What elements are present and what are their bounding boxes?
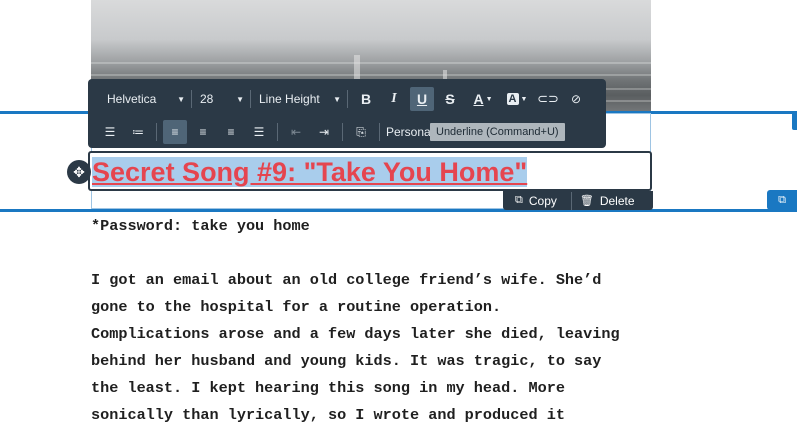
selection-resize-handle[interactable] xyxy=(792,112,797,130)
body-line: behind her husband and young kids. It wa… xyxy=(91,352,602,370)
body-line: I got an email about an old college frie… xyxy=(91,271,602,289)
bold-icon: B xyxy=(360,91,372,107)
block-action-bar: ⧉ Copy 🗑 Delete xyxy=(503,191,653,210)
divider xyxy=(277,123,278,141)
text-color-button[interactable]: A ▼ xyxy=(468,87,498,111)
indent-button[interactable]: ⇥ xyxy=(312,120,336,144)
chevron-down-icon: ▼ xyxy=(177,94,185,104)
divider xyxy=(191,90,192,108)
duplicate-section-button[interactable]: ⧉ xyxy=(767,190,797,210)
chevron-down-icon: ▼ xyxy=(236,94,244,104)
source-button[interactable]: ⎘ xyxy=(349,120,373,144)
align-left-button[interactable]: ≡ xyxy=(163,120,187,144)
trash-icon: 🗑 xyxy=(579,195,594,207)
divider xyxy=(156,123,157,141)
align-left-icon: ≡ xyxy=(171,125,179,139)
divider xyxy=(379,123,380,141)
indent-icon: ⇥ xyxy=(318,125,330,139)
align-justify-icon: ☰ xyxy=(253,125,265,139)
font-size-value: 28 xyxy=(200,92,214,106)
delete-label: Delete xyxy=(599,193,635,208)
clear-format-button[interactable]: ⊘ xyxy=(564,87,588,111)
body-line: sonically than lyrically, so I wrote and… xyxy=(91,406,565,424)
outdent-button[interactable]: ⇤ xyxy=(284,120,308,144)
align-justify-button[interactable]: ☰ xyxy=(247,120,271,144)
body-line: gone to the hospital for a routine opera… xyxy=(91,298,502,316)
align-center-button[interactable]: ≡ xyxy=(191,120,215,144)
move-handle[interactable]: ✥ xyxy=(67,160,91,184)
font-family-dropdown[interactable]: Helvetica ▼ xyxy=(107,92,185,106)
delete-button[interactable]: 🗑 Delete xyxy=(580,194,635,208)
page-title[interactable]: Secret Song #9: "Take You Home" xyxy=(92,157,528,187)
selection-bottom-line xyxy=(0,209,797,212)
text-color-icon: A xyxy=(473,91,484,107)
italic-icon: I xyxy=(391,91,397,106)
divider xyxy=(342,123,343,141)
bold-button[interactable]: B xyxy=(354,87,378,111)
link-button[interactable]: ⊂⊃ xyxy=(536,87,560,111)
link-icon: ⊂⊃ xyxy=(537,91,559,106)
chevron-down-icon: ▼ xyxy=(485,95,493,103)
align-right-icon: ≡ xyxy=(227,125,235,139)
highlight-color-icon: A xyxy=(506,93,519,105)
italic-button[interactable]: I xyxy=(382,87,406,111)
outdent-icon: ⇤ xyxy=(290,125,302,139)
divider xyxy=(250,90,251,108)
font-size-dropdown[interactable]: 28 ▼ xyxy=(200,92,244,106)
article-body: *Password: take you home I got an email … xyxy=(91,213,671,429)
source-icon: ⎘ xyxy=(356,124,366,139)
body-line: Complications arose and a few days later… xyxy=(91,325,620,343)
divider xyxy=(347,90,348,108)
underline-icon: U xyxy=(416,91,428,107)
underline-tooltip: Underline (Command+U) xyxy=(430,123,565,141)
password-line: *Password: take you home xyxy=(91,217,310,235)
unordered-list-button[interactable]: ≔ xyxy=(126,120,150,144)
line-height-label: Line Height xyxy=(259,92,320,106)
strikethrough-button[interactable]: S xyxy=(438,87,462,111)
chevron-down-icon: ▼ xyxy=(333,94,341,104)
copy-label: Copy xyxy=(528,193,557,208)
chevron-down-icon: ▼ xyxy=(520,95,528,103)
ordered-list-button[interactable]: ☰ xyxy=(98,120,122,144)
unordered-list-icon: ≔ xyxy=(132,125,144,139)
highlight-color-button[interactable]: A ▼ xyxy=(502,87,532,111)
strikethrough-icon: S xyxy=(445,91,455,107)
align-center-icon: ≡ xyxy=(199,125,207,139)
copy-button[interactable]: ⧉ Copy xyxy=(515,194,557,208)
line-height-dropdown[interactable]: Line Height ▼ xyxy=(259,92,341,106)
ordered-list-icon: ☰ xyxy=(104,125,116,139)
copy-icon: ⧉ xyxy=(515,194,523,206)
font-family-value: Helvetica xyxy=(107,92,157,106)
align-right-button[interactable]: ≡ xyxy=(219,120,243,144)
body-line: the least. I kept hearing this song in m… xyxy=(91,379,565,397)
clear-format-icon: ⊘ xyxy=(570,92,582,106)
duplicate-icon: ⧉ xyxy=(778,193,786,206)
underline-button[interactable]: U xyxy=(410,87,434,111)
divider xyxy=(570,191,572,210)
move-icon: ✥ xyxy=(73,163,85,180)
